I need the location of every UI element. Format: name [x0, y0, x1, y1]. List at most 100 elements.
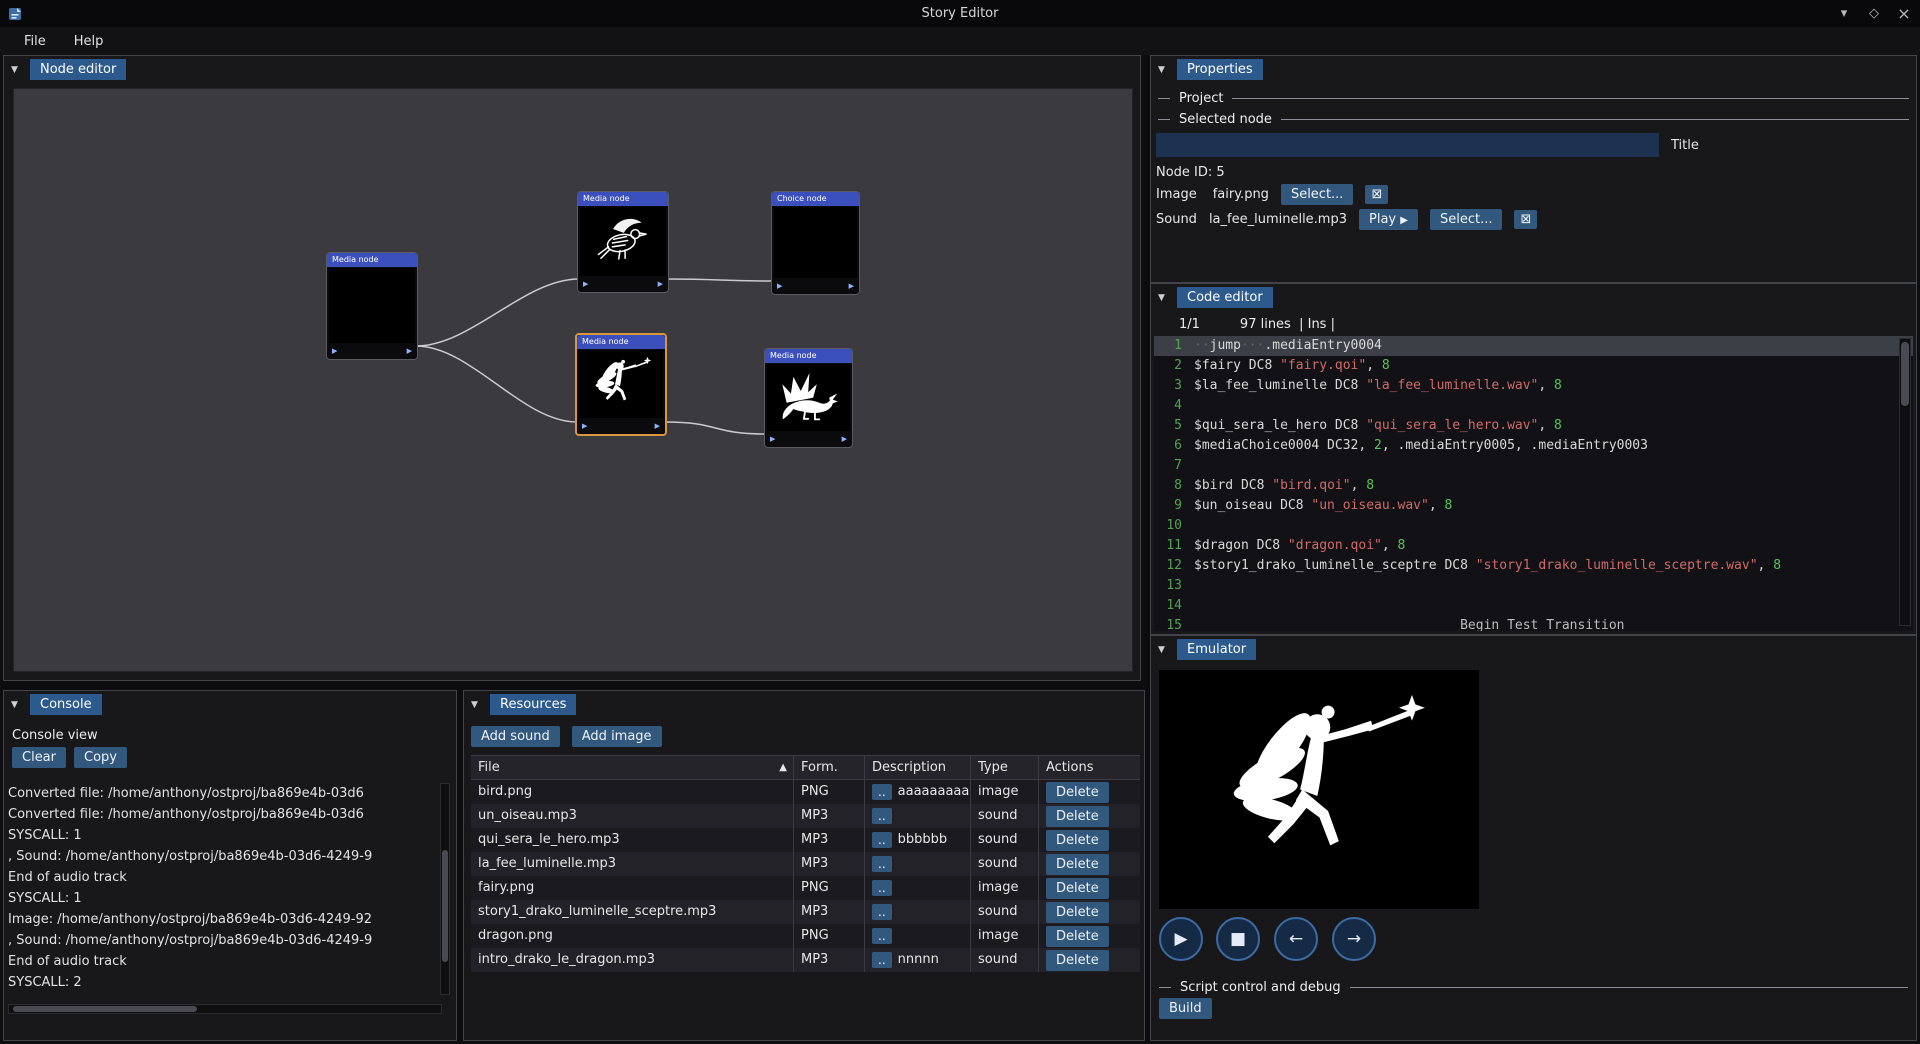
delete-button[interactable]: Delete — [1046, 950, 1109, 971]
code-line[interactable]: 2$fairy DC8 "fairy.qoi", 8 — [1154, 356, 1913, 376]
column-header-type[interactable]: Type — [971, 756, 1039, 779]
console-copy-button[interactable]: Copy — [74, 747, 127, 768]
resources-tab[interactable]: Resources — [490, 694, 576, 715]
sound-select-button[interactable]: Select... — [1430, 209, 1503, 230]
delete-button[interactable]: Delete — [1046, 806, 1109, 827]
column-header-file[interactable]: File ▲ — [471, 756, 794, 779]
collapse-icon[interactable]: ▼ — [11, 700, 23, 710]
title-bar[interactable]: Story Editor ▾ ◇ × — [0, 0, 1920, 27]
table-row[interactable]: intro_drako_le_dragon.mp3 MP3 .. nnnnn s… — [471, 948, 1140, 972]
graph-node[interactable]: Media node ▶ ▶ — [764, 348, 853, 448]
delete-button[interactable]: Delete — [1046, 902, 1109, 923]
table-row[interactable]: qui_sera_le_hero.mp3 MP3 .. bbbbbb sound… — [471, 828, 1140, 852]
menu-help[interactable]: Help — [62, 31, 116, 52]
console-clear-button[interactable]: Clear — [12, 747, 66, 768]
node-canvas[interactable]: Media node ▶ ▶ Media node — [13, 88, 1133, 672]
graph-node[interactable]: Media node ▶ ▶ — [326, 252, 418, 360]
output-pin-icon[interactable]: ▶ — [849, 282, 854, 290]
code-line[interactable]: 14 — [1154, 596, 1913, 616]
edit-description-button[interactable]: .. — [872, 784, 892, 800]
code-line[interactable]: 7 — [1154, 456, 1913, 476]
sound-play-button[interactable]: Play ▶ — [1359, 209, 1418, 230]
delete-button[interactable]: Delete — [1046, 830, 1109, 851]
close-icon[interactable]: × — [1896, 4, 1912, 23]
cell-file: un_oiseau.mp3 — [471, 804, 794, 828]
step-back-button[interactable]: ← — [1274, 917, 1318, 961]
input-pin-icon[interactable]: ▶ — [582, 422, 587, 430]
console-horizontal-scrollbar[interactable] — [8, 1004, 442, 1014]
properties-tab[interactable]: Properties — [1177, 59, 1263, 80]
edit-description-button[interactable]: .. — [872, 928, 892, 944]
menu-file[interactable]: File — [12, 31, 58, 52]
edit-description-button[interactable]: .. — [872, 952, 892, 968]
code-line[interactable]: 11$dragon DC8 "dragon.qoi", 8 — [1154, 536, 1913, 556]
add-sound-button[interactable]: Add sound — [471, 726, 560, 747]
edit-description-button[interactable]: .. — [872, 832, 892, 848]
code-editor-area[interactable]: 1··jump···.mediaEntry00042$fairy DC8 "fa… — [1154, 336, 1913, 631]
input-pin-icon[interactable]: ▶ — [583, 280, 588, 288]
graph-node[interactable]: Choice node ▶ ▶ — [771, 191, 860, 295]
add-image-button[interactable]: Add image — [572, 726, 662, 747]
input-pin-icon[interactable]: ▶ — [777, 282, 782, 290]
console-log[interactable]: Converted file: /home/anthony/ostproj/ba… — [8, 783, 442, 995]
output-pin-icon[interactable]: ▶ — [842, 435, 847, 443]
stop-button[interactable]: ■ — [1216, 917, 1260, 961]
output-pin-icon[interactable]: ▶ — [407, 347, 412, 355]
image-select-button[interactable]: Select... — [1281, 184, 1354, 205]
delete-button[interactable]: Delete — [1046, 854, 1109, 875]
input-pin-icon[interactable]: ▶ — [332, 347, 337, 355]
code-line[interactable]: 4 — [1154, 396, 1913, 416]
collapse-icon[interactable]: ▼ — [1158, 645, 1170, 655]
table-header-row[interactable]: File ▲ Form. Description Type Actions — [471, 755, 1140, 780]
code-scrollbar[interactable] — [1899, 338, 1911, 626]
graph-node[interactable]: Media node ▶ ▶ — [575, 333, 667, 436]
output-pin-icon[interactable]: ▶ — [655, 422, 660, 430]
graph-node[interactable]: Media node ▶ ▶ — [577, 191, 669, 293]
code-line[interactable]: 1··jump···.mediaEntry0004 — [1154, 336, 1913, 356]
sound-clear-button[interactable]: ⊠ — [1514, 210, 1537, 229]
title-input[interactable] — [1156, 133, 1659, 157]
table-row[interactable]: la_fee_luminelle.mp3 MP3 .. sound Delete — [471, 852, 1140, 876]
code-line[interactable]: 3$la_fee_luminelle DC8 "la_fee_luminelle… — [1154, 376, 1913, 396]
table-row[interactable]: bird.png PNG .. aaaaaaaaa image Delete — [471, 780, 1140, 804]
table-row[interactable]: dragon.png PNG .. image Delete — [471, 924, 1140, 948]
delete-button[interactable]: Delete — [1046, 782, 1109, 803]
input-pin-icon[interactable]: ▶ — [770, 435, 775, 443]
console-vertical-scrollbar[interactable] — [440, 783, 450, 995]
code-line[interactable]: 5$qui_sera_le_hero DC8 "qui_sera_le_hero… — [1154, 416, 1913, 436]
column-header-description[interactable]: Description — [865, 756, 971, 779]
collapse-icon[interactable]: ▼ — [471, 700, 483, 710]
step-forward-button[interactable]: → — [1332, 917, 1376, 961]
node-editor-tab[interactable]: Node editor — [30, 59, 126, 80]
edit-description-button[interactable]: .. — [872, 880, 892, 896]
code-line[interactable]: 8$bird DC8 "bird.qoi", 8 — [1154, 476, 1913, 496]
table-row[interactable]: story1_drako_luminelle_sceptre.mp3 MP3 .… — [471, 900, 1140, 924]
collapse-icon[interactable]: ▼ — [1158, 293, 1170, 303]
code-line[interactable]: 6$mediaChoice0004 DC32, 2, .mediaEntry00… — [1154, 436, 1913, 456]
table-row[interactable]: fairy.png PNG .. image Delete — [471, 876, 1140, 900]
play-button[interactable]: ▶ — [1159, 917, 1203, 961]
image-clear-button[interactable]: ⊠ — [1365, 185, 1388, 204]
edit-description-button[interactable]: .. — [872, 856, 892, 872]
maximize-icon[interactable]: ◇ — [1866, 6, 1882, 21]
delete-button[interactable]: Delete — [1046, 926, 1109, 947]
column-header-actions[interactable]: Actions — [1039, 756, 1140, 779]
column-header-format[interactable]: Form. — [794, 756, 865, 779]
emulator-tab[interactable]: Emulator — [1177, 639, 1256, 660]
console-tab[interactable]: Console — [30, 694, 102, 715]
code-line[interactable]: 13 — [1154, 576, 1913, 596]
edit-description-button[interactable]: .. — [872, 808, 892, 824]
delete-button[interactable]: Delete — [1046, 878, 1109, 899]
minimize-icon[interactable]: ▾ — [1836, 6, 1852, 21]
code-line[interactable]: 15 Begin Test Transition — [1154, 616, 1913, 631]
code-line[interactable]: 9$un_oiseau DC8 "un_oiseau.wav", 8 — [1154, 496, 1913, 516]
build-button[interactable]: Build — [1159, 998, 1212, 1019]
table-row[interactable]: un_oiseau.mp3 MP3 .. sound Delete — [471, 804, 1140, 828]
edit-description-button[interactable]: .. — [872, 904, 892, 920]
code-editor-tab[interactable]: Code editor — [1177, 287, 1273, 308]
code-line[interactable]: 12$story1_drako_luminelle_sceptre DC8 "s… — [1154, 556, 1913, 576]
collapse-icon[interactable]: ▼ — [1158, 65, 1170, 75]
output-pin-icon[interactable]: ▶ — [658, 280, 663, 288]
code-line[interactable]: 10 — [1154, 516, 1913, 536]
collapse-icon[interactable]: ▼ — [11, 65, 23, 75]
